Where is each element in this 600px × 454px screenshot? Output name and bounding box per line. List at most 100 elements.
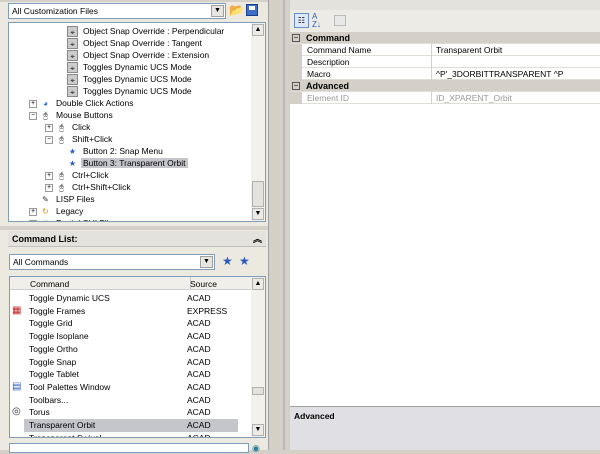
tree-node-label: Partial CUI Files (54, 218, 119, 221)
property-row[interactable]: Command Name Transparent Orbit (290, 44, 600, 56)
command-name: Torus (29, 407, 50, 418)
expand-icon[interactable]: + (29, 207, 37, 216)
expand-icon[interactable]: + (45, 171, 53, 180)
command-name: Toggle Grid (29, 318, 73, 329)
command-row[interactable]: Toggle Dynamic UCS ACAD (10, 292, 246, 305)
property-value[interactable]: Transparent Orbit (433, 44, 502, 56)
sort-alphabetical-icon[interactable]: A Z↓ (312, 13, 327, 29)
command-source: ACAD (187, 432, 211, 438)
command-row[interactable]: ▤ Tool Palettes Window ACAD (10, 381, 246, 394)
osnap-icon: ⌖ (67, 74, 78, 86)
command-source: ACAD (187, 394, 211, 405)
property-grid[interactable]: − Command Command Name Transparent Orbit Des… (290, 32, 600, 104)
scroll-down-icon[interactable]: ▼ (252, 424, 264, 436)
search-input[interactable] (9, 443, 249, 453)
scroll-down-icon[interactable]: ▼ (252, 208, 264, 220)
collapse-icon[interactable]: − (45, 135, 53, 144)
osnap-icon: ⌖ (67, 26, 78, 38)
tree-node[interactable]: + 🖰 Click (45, 121, 92, 133)
command-name: Toggle Tablet (29, 369, 79, 380)
mouse-icon: 🖰 (59, 135, 64, 145)
collapse-icon[interactable]: − (292, 82, 300, 90)
scroll-up-icon[interactable]: ▲ (252, 278, 264, 290)
command-source: ACAD (187, 381, 211, 392)
command-row[interactable]: Toggle Snap ACAD (10, 356, 246, 369)
tree-node[interactable]: + ↻ Legacy (29, 205, 85, 217)
tree-node[interactable]: + 🖰 Ctrl+Click (45, 169, 111, 181)
command-name: Toggle Dynamic UCS (29, 293, 110, 303)
property-pages-icon[interactable] (334, 15, 346, 26)
property-row[interactable]: Description (290, 56, 600, 68)
tree-node[interactable]: ⌖ Object Snap Override : Perpendicular (67, 25, 226, 38)
tree-node[interactable]: + ◕ Double Click Actions (29, 97, 135, 109)
command-name: Transparent Swivel (29, 432, 102, 438)
scroll-thumb[interactable] (252, 387, 264, 395)
expand-icon[interactable]: + (45, 183, 53, 192)
command-row[interactable]: Transparent Orbit ACAD (24, 419, 238, 432)
partial-cui-icon: ▣ (40, 218, 51, 221)
tree-node-label: Button 2: Snap Menu (83, 146, 163, 156)
expand-icon[interactable]: + (29, 219, 37, 221)
new-command-icon[interactable]: ★ (239, 254, 250, 268)
tree-node[interactable]: ★ Button 2: Snap Menu (67, 145, 165, 157)
collapse-icon[interactable]: − (292, 34, 300, 42)
list-scrollbar[interactable]: ▲ ▼ (251, 277, 265, 437)
command-source: ACAD (187, 318, 211, 329)
command-filter-dropdown[interactable]: All Commands ▼ (9, 254, 215, 270)
osnap-icon: ⌖ (67, 38, 78, 50)
category-command[interactable]: − Command (290, 32, 600, 44)
command-row[interactable]: ▦ Toggle Frames EXPRESS (10, 305, 246, 318)
command-row[interactable]: Toggle Isoplane ACAD (10, 330, 246, 343)
command-row[interactable]: Toggle Grid ACAD (10, 317, 246, 330)
tree-node[interactable]: + 🖰 Ctrl+Shift+Click (45, 181, 133, 193)
tree-node[interactable]: ⌖ Toggles Dynamic UCS Mode (67, 61, 194, 74)
tree-node[interactable]: ⌖ Toggles Dynamic UCS Mode (67, 73, 194, 86)
property-value[interactable]: ^P'_3DORBITTRANSPARENT ^P (433, 68, 563, 80)
collapse-icon[interactable]: ︽ (253, 231, 262, 247)
command-source: ACAD (187, 331, 211, 342)
categorized-icon[interactable]: ☷ (294, 13, 309, 28)
column-command[interactable]: Command (30, 279, 69, 289)
osnap-icon: ⌖ (67, 86, 78, 98)
command-row[interactable]: Toggle Ortho ACAD (10, 343, 246, 356)
tree-node[interactable]: − 🖰 Shift+Click (45, 133, 114, 145)
find-command-icon[interactable]: ★ (222, 254, 233, 268)
properties-toolbar: ☷ A Z↓ (290, 10, 600, 32)
tree-node[interactable]: ★ Button 3: Transparent Orbit (67, 157, 188, 169)
column-source[interactable]: Source (190, 279, 217, 289)
command-source: ACAD (187, 343, 211, 354)
save-icon[interactable] (246, 4, 258, 16)
command-row[interactable]: Transparent Swivel ACAD (10, 432, 246, 438)
tree-node[interactable]: ⌖ Toggles Dynamic UCS Mode (67, 85, 194, 98)
property-name: Description (304, 56, 432, 68)
category-advanced[interactable]: − Advanced (290, 80, 600, 92)
chevron-down-icon[interactable]: ▼ (211, 5, 224, 17)
collapse-icon[interactable]: − (29, 111, 37, 120)
list-header: Command Source (10, 277, 253, 290)
tree-node[interactable]: ⌖ Object Snap Override : Extension (67, 49, 211, 62)
properties-pane: ☷ A Z↓ − Command Command Name Transparent Or… (290, 0, 600, 450)
property-row[interactable]: Element ID ID_XPARENT_Orbit (290, 92, 600, 104)
tree-scrollbar[interactable]: ▲ ▼ (251, 23, 265, 221)
expand-icon[interactable]: + (29, 99, 37, 108)
expand-icon[interactable]: + (45, 123, 53, 132)
tree-node[interactable]: ⌖ Object Snap Override : Tangent (67, 37, 204, 50)
customization-files-dropdown[interactable]: All Customization Files ▼ (8, 3, 226, 19)
command-row[interactable]: Toggle Tablet ACAD (10, 368, 246, 381)
scroll-thumb[interactable] (252, 181, 264, 207)
tree-node[interactable]: ✎ LISP Files (29, 193, 97, 205)
command-row[interactable]: ◎ Torus ACAD (10, 406, 246, 419)
chevron-down-icon[interactable]: ▼ (200, 256, 213, 268)
splitter[interactable] (268, 0, 290, 450)
command-row[interactable]: Toolbars... ACAD (10, 394, 246, 407)
tree-node[interactable]: +▣Partial CUI Files (29, 217, 119, 221)
tree-node-label: Toggles Dynamic UCS Mode (83, 86, 192, 96)
tree-node[interactable]: − 🖰 Mouse Buttons (29, 109, 115, 121)
property-row[interactable]: Macro ^P'_3DORBITTRANSPARENT ^P (290, 68, 600, 80)
command-list[interactable]: Command Source ▲ ▼ Toggle Dynamic UCS ACA… (9, 276, 266, 438)
scroll-up-icon[interactable]: ▲ (252, 24, 264, 36)
customizations-tree[interactable]: ▲ ▼ ⌖ Object Snap Override : Perpendicula… (8, 22, 266, 222)
lisp-icon: ✎ (42, 195, 49, 205)
search-icon[interactable]: ◉ (252, 443, 264, 453)
command-filter-value: All Commands (13, 257, 69, 267)
